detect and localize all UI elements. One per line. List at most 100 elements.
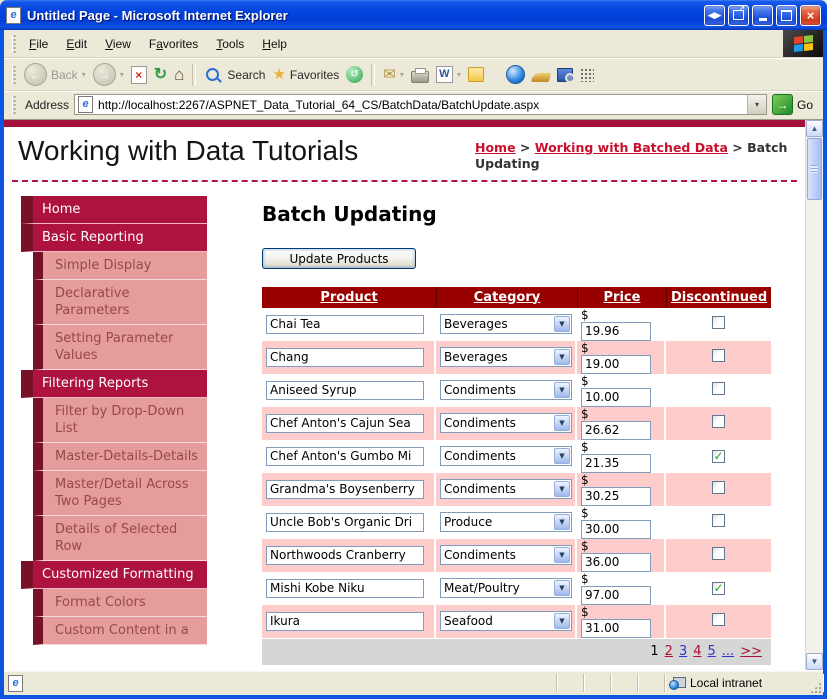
price-input[interactable] bbox=[581, 585, 651, 605]
category-select[interactable]: Beverages ▼ bbox=[440, 314, 572, 334]
stop-button[interactable]: × bbox=[128, 64, 150, 86]
pager-next-link[interactable]: >> bbox=[740, 644, 762, 659]
price-input[interactable] bbox=[581, 486, 651, 506]
discontinued-checkbox[interactable] bbox=[712, 514, 725, 527]
product-name-input[interactable] bbox=[266, 347, 424, 367]
discontinued-checkbox[interactable] bbox=[712, 316, 725, 329]
address-input[interactable]: e http://localhost:2267/ASPNET_Data_Tuto… bbox=[74, 94, 767, 115]
product-name-input[interactable] bbox=[266, 413, 424, 433]
addon-grid-button[interactable] bbox=[577, 66, 597, 84]
category-select[interactable]: Condiments ▼ bbox=[440, 446, 572, 466]
select-dropdown-icon[interactable]: ▼ bbox=[554, 382, 570, 398]
select-dropdown-icon[interactable]: ▼ bbox=[554, 349, 570, 365]
mail-dropdown-icon[interactable]: ▾ bbox=[400, 70, 404, 79]
mail-button[interactable]: ✉ ▾ bbox=[380, 65, 407, 84]
window-popout-button[interactable]: ↗ bbox=[728, 4, 749, 26]
pager-page-3[interactable]: 3 bbox=[679, 644, 687, 659]
scroll-up-icon[interactable]: ▲ bbox=[806, 120, 823, 137]
category-select[interactable]: Produce ▼ bbox=[440, 512, 572, 532]
sidebar-item-customized-formatting[interactable]: Customized Formatting bbox=[21, 560, 207, 589]
select-dropdown-icon[interactable]: ▼ bbox=[554, 613, 570, 629]
product-name-input[interactable] bbox=[266, 611, 424, 631]
pager-page-[interactable]: ... bbox=[722, 644, 734, 659]
messenger-button[interactable] bbox=[503, 63, 528, 86]
menu-favorites[interactable]: Favorites bbox=[140, 33, 207, 55]
price-input[interactable] bbox=[581, 519, 651, 539]
discontinued-checkbox[interactable] bbox=[712, 415, 725, 428]
menu-file[interactable]: File bbox=[20, 33, 57, 55]
sort-link-price[interactable]: Price bbox=[604, 290, 641, 305]
minimize-button[interactable] bbox=[752, 4, 773, 26]
back-button[interactable]: ← Back ▾ bbox=[21, 61, 89, 88]
menu-tools[interactable]: Tools bbox=[207, 33, 253, 55]
home-button[interactable]: ⌂ bbox=[171, 64, 187, 85]
category-select[interactable]: Condiments ▼ bbox=[440, 380, 572, 400]
sidebar-item-details-of-selected-row[interactable]: Details of Selected Row bbox=[33, 515, 207, 561]
snagit-button[interactable] bbox=[529, 65, 553, 84]
price-input[interactable] bbox=[581, 354, 651, 374]
refresh-button[interactable]: ↻ bbox=[151, 65, 170, 85]
vertical-scrollbar[interactable]: ▲ ▼ bbox=[805, 120, 823, 670]
price-input[interactable] bbox=[581, 420, 651, 440]
discontinued-checkbox[interactable] bbox=[712, 382, 725, 395]
menu-view[interactable]: View bbox=[96, 33, 140, 55]
back-dropdown-icon[interactable]: ▾ bbox=[82, 70, 86, 79]
address-dropdown-icon[interactable]: ▾ bbox=[746, 95, 766, 114]
sidebar-item-custom-content-in-a[interactable]: Custom Content in a bbox=[33, 616, 207, 645]
forward-button[interactable]: → ▾ bbox=[90, 61, 127, 88]
select-dropdown-icon[interactable]: ▼ bbox=[554, 514, 570, 530]
scroll-down-icon[interactable]: ▼ bbox=[806, 653, 823, 670]
price-input[interactable] bbox=[581, 321, 651, 341]
toolbar-grip[interactable] bbox=[12, 65, 16, 84]
toolbar-grip[interactable] bbox=[12, 34, 16, 53]
menu-edit[interactable]: Edit bbox=[57, 33, 96, 55]
sidebar-item-declarative-parameters[interactable]: Declarative Parameters bbox=[33, 279, 207, 325]
discontinued-checkbox[interactable] bbox=[712, 613, 725, 626]
category-select[interactable]: Condiments ▼ bbox=[440, 413, 572, 433]
select-dropdown-icon[interactable]: ▼ bbox=[554, 415, 570, 431]
price-input[interactable] bbox=[581, 552, 651, 572]
sidebar-item-setting-parameter-values[interactable]: Setting Parameter Values bbox=[33, 324, 207, 370]
word-dropdown-icon[interactable]: ▾ bbox=[457, 70, 461, 79]
go-button[interactable]: → Go bbox=[771, 94, 817, 115]
close-button[interactable]: × bbox=[800, 4, 821, 26]
breadcrumb-home[interactable]: Home bbox=[475, 140, 516, 155]
select-dropdown-icon[interactable]: ▼ bbox=[554, 481, 570, 497]
pager-page-5[interactable]: 5 bbox=[708, 644, 716, 659]
toolbar-grip[interactable] bbox=[12, 95, 16, 114]
discontinued-checkbox[interactable] bbox=[712, 481, 725, 494]
category-select[interactable]: Meat/Poultry ▼ bbox=[440, 578, 572, 598]
print-button[interactable] bbox=[408, 65, 432, 85]
product-name-input[interactable] bbox=[266, 446, 424, 466]
sidebar-item-master-detail-across-two-pages[interactable]: Master/Detail Across Two Pages bbox=[33, 470, 207, 516]
product-name-input[interactable] bbox=[266, 479, 424, 499]
discuss-button[interactable] bbox=[465, 65, 487, 84]
discontinued-checkbox[interactable] bbox=[712, 547, 725, 560]
breadcrumb-working-with-batched-data[interactable]: Working with Batched Data bbox=[535, 140, 728, 155]
price-input[interactable] bbox=[581, 453, 651, 473]
scrollbar-thumb[interactable] bbox=[807, 138, 822, 200]
sidebar-item-basic-reporting[interactable]: Basic Reporting bbox=[21, 223, 207, 252]
select-dropdown-icon[interactable]: ▼ bbox=[554, 448, 570, 464]
search-button[interactable]: Search bbox=[201, 64, 268, 85]
history-button[interactable]: ↺ bbox=[343, 64, 366, 85]
product-name-input[interactable] bbox=[266, 512, 424, 532]
sidebar-item-simple-display[interactable]: Simple Display bbox=[33, 251, 207, 280]
sidebar-item-master-details-details[interactable]: Master-Details-Details bbox=[33, 442, 207, 471]
forward-dropdown-icon[interactable]: ▾ bbox=[120, 70, 124, 79]
sidebar-item-home[interactable]: Home bbox=[21, 195, 207, 224]
pager-page-2[interactable]: 2 bbox=[665, 644, 673, 659]
product-name-input[interactable] bbox=[266, 380, 424, 400]
update-products-button-top[interactable]: Update Products bbox=[262, 247, 416, 269]
favorites-button[interactable]: ★ Favorites bbox=[269, 65, 342, 84]
category-select[interactable]: Condiments ▼ bbox=[440, 545, 572, 565]
sidebar-item-filter-by-drop-down-list[interactable]: Filter by Drop-Down List bbox=[33, 397, 207, 443]
discontinued-checkbox[interactable] bbox=[712, 349, 725, 362]
product-name-input[interactable] bbox=[266, 578, 424, 598]
window-arrows-button[interactable]: ◀▶ bbox=[704, 4, 725, 26]
select-dropdown-icon[interactable]: ▼ bbox=[554, 580, 570, 596]
discontinued-checkbox[interactable]: ✓ bbox=[712, 449, 725, 463]
product-name-input[interactable] bbox=[266, 314, 424, 334]
product-name-input[interactable] bbox=[266, 545, 424, 565]
sort-link-product[interactable]: Product bbox=[320, 290, 377, 305]
